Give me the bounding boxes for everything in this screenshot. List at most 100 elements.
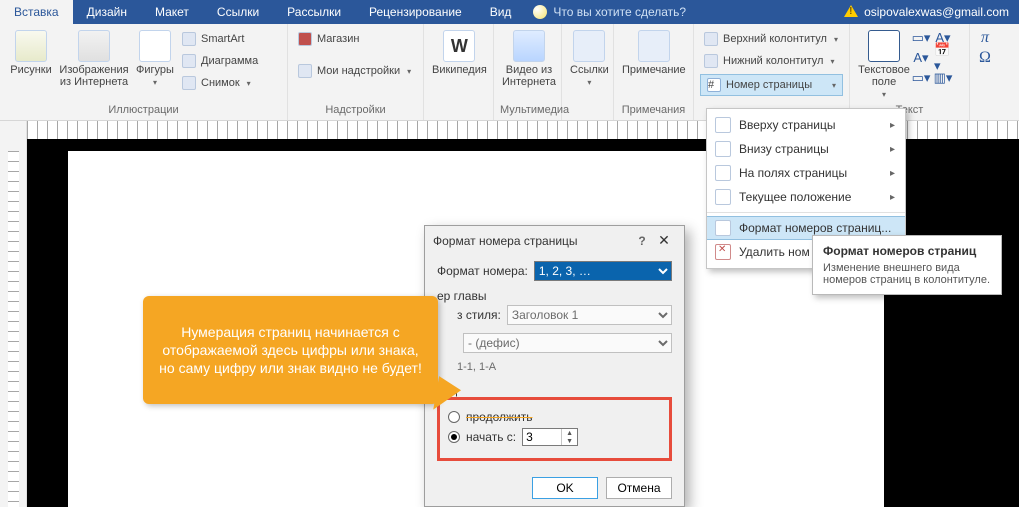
chart-button[interactable]: Диаграмма	[178, 52, 262, 70]
object-button[interactable]: ▭▾	[912, 70, 930, 86]
online-video-button[interactable]: Видео из Интернета	[500, 28, 558, 88]
menu-label: Формат номеров страниц...	[739, 221, 891, 235]
footer-button[interactable]: Нижний колонтитул ▾	[700, 52, 843, 70]
textbox-button[interactable]: Текстовое поле ▾	[856, 28, 912, 99]
textbox-icon	[868, 30, 900, 62]
menu-page-margins[interactable]: На полях страницы▸	[707, 161, 905, 185]
tab-layout[interactable]: Макет	[141, 0, 203, 24]
ribbon-label: Мои надстройки	[317, 65, 400, 77]
page-number-button[interactable]: #Номер страницы▾	[700, 74, 843, 96]
comment-button[interactable]: Примечание	[620, 28, 688, 76]
chevron-down-icon: ▾	[153, 78, 157, 87]
page-number-format-dialog: Формат номера страницы ? ✕ Формат номера…	[424, 225, 685, 507]
vertical-ruler[interactable]	[0, 139, 27, 507]
tell-me-search[interactable]: Что вы хотите сделать?	[525, 0, 694, 24]
pictures-button[interactable]: Рисунки	[6, 28, 56, 76]
links-button[interactable]: Ссылки ▾	[568, 28, 611, 87]
remove-icon	[715, 244, 731, 260]
account-button[interactable]: osipovalexwas@gmail.com	[834, 0, 1019, 24]
chevron-right-icon: ▸	[890, 120, 895, 131]
group-label-symbols	[976, 114, 1004, 120]
examples-text: 1-1, 1-A	[457, 361, 672, 373]
ribbon-label: Магазин	[317, 33, 359, 45]
chevron-right-icon: ▸	[890, 144, 895, 155]
dialog-close-button[interactable]: ✕	[652, 232, 676, 249]
warning-icon	[844, 5, 858, 19]
ribbon-label: Верхний колонтитул	[723, 33, 827, 45]
comment-icon	[638, 30, 670, 62]
lightbulb-icon	[533, 5, 547, 19]
chevron-down-icon: ▾	[830, 57, 834, 66]
chapter-label: ер главы	[437, 289, 672, 303]
group-label-media: Мультимедиа	[500, 102, 555, 120]
tab-view[interactable]: Вид	[476, 0, 526, 24]
menu-bottom-of-page[interactable]: Внизу страницы ▸	[707, 137, 905, 161]
smartart-icon	[182, 32, 196, 46]
highlighted-start-at-area: продолжить начать с: ▲▼	[437, 397, 672, 461]
ribbon-label: Диаграмма	[201, 55, 258, 67]
number-format-select[interactable]: 1, 2, 3, …	[534, 261, 672, 281]
menu-current-position[interactable]: Текущее положение ▸	[707, 185, 905, 209]
chart-icon	[182, 54, 196, 68]
screenshot-icon	[182, 76, 196, 90]
tab-review[interactable]: Рецензирование	[355, 0, 476, 24]
pictures-icon	[15, 30, 47, 62]
store-button[interactable]: Магазин	[294, 30, 415, 48]
dropcap-button[interactable]: A▾	[912, 50, 930, 66]
radio-continue[interactable]: продолжить	[448, 410, 661, 424]
account-email: osipovalexwas@gmail.com	[864, 5, 1009, 19]
radio-start-at[interactable]: начать с: ▲▼	[448, 428, 661, 446]
screenshot-crop-bg	[980, 139, 1019, 507]
screenshot-button[interactable]: Снимок▾	[178, 74, 262, 92]
online-pictures-button[interactable]: Изображения из Интернета	[56, 28, 132, 88]
header-button[interactable]: Верхний колонтитул▾	[700, 30, 843, 48]
page-top-icon	[715, 117, 731, 133]
shapes-button[interactable]: Фигуры ▾	[132, 28, 178, 87]
start-at-input[interactable]	[523, 429, 561, 445]
ribbon-label: Нижний колонтитул	[723, 55, 823, 67]
chevron-right-icon: ▸	[890, 192, 895, 203]
menu-label: Текущее положение	[739, 190, 851, 204]
online-pictures-icon	[78, 30, 110, 62]
ribbon-label: Изображения из Интернета	[59, 64, 128, 88]
video-icon	[513, 30, 545, 62]
chapter-style-select: Заголовок 1	[507, 305, 672, 325]
spin-up[interactable]: ▲	[562, 429, 577, 437]
menu-label: Удалить ном	[739, 245, 810, 259]
tab-insert[interactable]: Вставка	[0, 0, 73, 24]
callout-text: Нумерация страниц начинается с отображае…	[159, 323, 422, 377]
dialog-help-button[interactable]: ?	[632, 234, 652, 248]
quickparts-button[interactable]: ▭▾	[912, 30, 930, 46]
ribbon-label: Рисунки	[10, 64, 52, 76]
chevron-down-icon: ▾	[247, 79, 251, 88]
wikipedia-button[interactable]: W Википедия	[430, 28, 489, 76]
group-label-links	[568, 114, 607, 120]
chevron-right-icon: ▸	[890, 168, 895, 179]
current-pos-icon	[715, 189, 731, 205]
format-numbers-icon	[715, 220, 731, 236]
signature-button[interactable]: 📅▾	[934, 50, 952, 66]
ok-button[interactable]: OK	[532, 477, 598, 499]
start-at-spinner[interactable]: ▲▼	[522, 428, 578, 446]
group-label-comments: Примечания	[620, 102, 687, 120]
tell-me-placeholder: Что вы хотите сделать?	[553, 5, 686, 19]
menu-label: Внизу страницы	[739, 142, 829, 156]
equation-button[interactable]: π	[976, 30, 994, 46]
annotation-callout: Нумерация страниц начинается с отображае…	[143, 296, 438, 404]
menu-label: Вверху страницы	[739, 118, 835, 132]
dialog-title: Формат номера страницы	[433, 234, 632, 248]
symbol-button[interactable]: Ω	[976, 50, 994, 66]
cancel-button[interactable]: Отмена	[606, 477, 672, 499]
radio-icon	[448, 431, 460, 443]
ribbon-label: Википедия	[432, 64, 487, 76]
dialog-titlebar[interactable]: Формат номера страницы ? ✕	[425, 226, 684, 255]
smartart-button[interactable]: SmartArt	[178, 30, 262, 48]
tab-references[interactable]: Ссылки	[203, 0, 273, 24]
menu-top-of-page[interactable]: Вверху страницы ▸	[707, 113, 905, 137]
ribbon-label: Ссылки	[570, 64, 609, 76]
spin-down[interactable]: ▼	[562, 437, 577, 445]
tab-design[interactable]: Дизайн	[73, 0, 141, 24]
tab-mailings[interactable]: Рассылки	[273, 0, 355, 24]
my-addins-button[interactable]: Мои надстройки▾	[294, 62, 415, 80]
more-button[interactable]: ▥▾	[934, 70, 952, 86]
